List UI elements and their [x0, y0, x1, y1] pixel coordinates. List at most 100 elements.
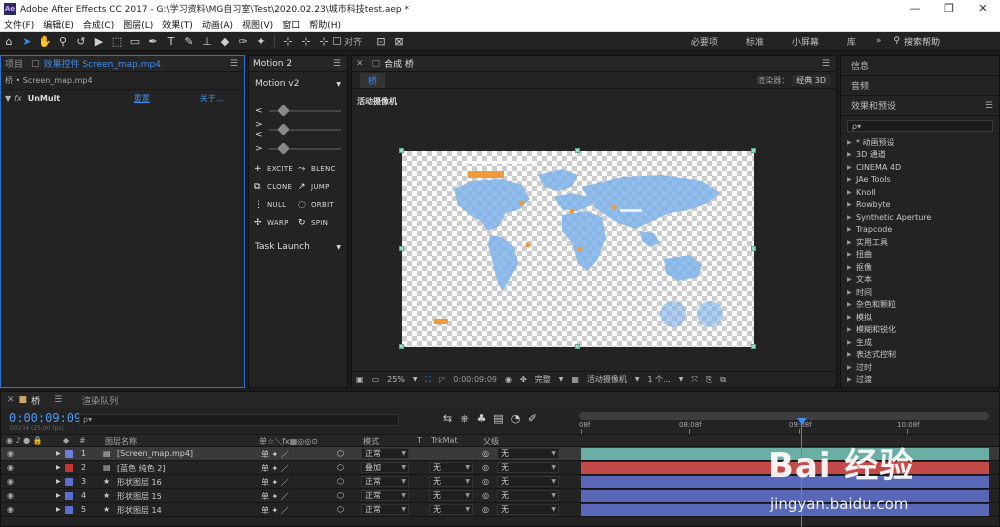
blend-mode-dropdown[interactable]: 正常 ▼ [361, 476, 409, 487]
workspace-more[interactable]: » [870, 36, 888, 46]
zoom-tool-icon[interactable]: ⚲ [54, 33, 72, 49]
pickwhip-icon[interactable]: ◎ [482, 491, 489, 500]
effects-category[interactable]: ▶ Synthetic Aperture [847, 211, 999, 224]
snap-checkbox[interactable] [333, 37, 341, 45]
roto-brush-tool-icon[interactable]: ✑ [234, 33, 252, 49]
show-channel-icon[interactable]: ✤ [520, 375, 527, 384]
toggle-transparency-icon[interactable]: ▦ [571, 375, 579, 384]
home-icon[interactable]: ⌂ [0, 33, 18, 49]
layer-switches[interactable]: 单 ✦ ／ [261, 463, 289, 474]
mask-visibility-icon[interactable]: ◸ [439, 375, 445, 384]
menu-file[interactable]: 文件(F) [4, 18, 34, 31]
layer-row[interactable]: ◉ ▶ 5 ★ 形状图层 14 单 ✦ ／ ⬡ 正常 ▼ 无 ▼ ◎ 无 ▼ [1, 503, 999, 517]
tab-timeline-comp[interactable]: 桥 [31, 394, 40, 407]
layer-name[interactable]: 形状图层 14 [117, 505, 162, 516]
menu-effect[interactable]: 效果(T) [162, 18, 193, 31]
layer-duration-bar[interactable] [581, 448, 989, 460]
panel-menu-icon[interactable]: ☰ [985, 101, 993, 111]
brush-tool-icon[interactable]: ✎ [180, 33, 198, 49]
effects-category[interactable]: ▶ 抠像 [847, 261, 999, 274]
snap-extent-icon[interactable]: ⊠ [390, 33, 408, 49]
layer-label-color[interactable] [65, 478, 73, 486]
timeline-search-input[interactable]: ρ▾ [79, 414, 399, 426]
expand-triangle-icon[interactable]: ▶ [56, 450, 61, 457]
motion-blur-icon[interactable]: ◔ [507, 412, 524, 426]
workspace-small-screen[interactable]: 小屏幕 [778, 35, 833, 48]
menu-animation[interactable]: 动画(A) [202, 18, 233, 31]
audio-panel-header[interactable]: 音频 [841, 76, 999, 96]
transform-handle-bl[interactable] [399, 344, 404, 349]
track-matte-dropdown[interactable]: 无 ▼ [429, 476, 473, 487]
frame-blending-icon[interactable]: ▤ [490, 412, 507, 426]
effects-category[interactable]: ▶ CINEMA 4D [847, 161, 999, 174]
layer-switches[interactable]: 单 ✦ ／ [261, 491, 289, 502]
slider-knob[interactable] [277, 122, 290, 136]
ease-both-track[interactable] [269, 122, 341, 136]
parent-dropdown[interactable]: 无 ▼ [497, 504, 559, 515]
blend-mode-dropdown[interactable]: 正常 ▼ [361, 504, 409, 515]
snap-options-icon[interactable]: ⊡ [372, 33, 390, 49]
3d-layer-icon[interactable]: ⬡ [337, 463, 344, 472]
3d-layer-icon[interactable]: ⬡ [337, 505, 344, 514]
layer-row[interactable]: ◉ ▶ 3 ★ 形状图层 16 单 ✦ ／ ⬡ 正常 ▼ 无 ▼ ◎ 无 ▼ [1, 475, 999, 489]
expand-triangle-icon[interactable]: ▶ [56, 464, 61, 471]
snapshot-icon[interactable]: ◉ [505, 375, 512, 384]
transform-handle-mr[interactable] [751, 246, 756, 251]
shy-layers-icon[interactable]: ♣ [473, 412, 490, 426]
warp-button[interactable]: ✢ WARP [254, 218, 298, 228]
ease-both-slider[interactable]: >< [249, 120, 347, 140]
minimize-button[interactable]: — [898, 2, 932, 15]
layer-row[interactable]: ◉ ▶ 1 ▤ [Screen_map.mp4] 单 ✦ ／ ⬡ 正常 ▼ ◎ 无 ▼ [1, 447, 999, 461]
panel-menu-icon[interactable]: ☰ [333, 59, 341, 69]
close-icon[interactable]: ✕ [356, 59, 364, 69]
transform-handle-tc[interactable] [575, 148, 580, 153]
layer-switches[interactable]: 单 ✦ ／ [261, 477, 289, 488]
layer-name[interactable]: 形状图层 16 [117, 477, 162, 488]
timeline-link-icon[interactable]: ⎘ [706, 375, 712, 385]
effects-category[interactable]: ▶ 扭曲 [847, 249, 999, 262]
current-time-display[interactable]: 0:00:09:09 [453, 375, 497, 384]
3d-layer-icon[interactable]: ⬡ [337, 491, 344, 500]
spin-button[interactable]: ↻ SPIN [298, 218, 342, 228]
track-matte-dropdown[interactable]: 无 ▼ [429, 490, 473, 501]
expand-triangle-icon[interactable]: ▶ [56, 478, 61, 485]
axis-local-icon[interactable]: ⊹ [279, 33, 297, 49]
effects-category[interactable]: ▶ Trapcode [847, 224, 999, 237]
selection-tool-icon[interactable]: ➤ [18, 33, 36, 49]
clone-button[interactable]: ⧉ CLONE [254, 182, 298, 192]
track-matte-dropdown[interactable]: 无 ▼ [429, 462, 473, 473]
workspace-standard[interactable]: 标准 [732, 35, 778, 48]
visibility-eye-icon[interactable]: ◉ [7, 449, 14, 458]
view-layout-dropdown[interactable]: 1 个... [648, 374, 671, 385]
effects-category[interactable]: ▶ 实用工具 [847, 236, 999, 249]
layer-duration-bar[interactable] [581, 490, 989, 502]
timeline-current-time[interactable]: 0:00:09:09 [9, 411, 81, 425]
parent-dropdown[interactable]: 无 ▼ [497, 490, 559, 501]
slider-knob[interactable] [277, 103, 290, 117]
expand-triangle-icon[interactable]: ▼ [5, 94, 11, 103]
fast-preview-icon[interactable]: ⤧ [691, 375, 697, 385]
fx-icon[interactable]: fx [14, 94, 22, 103]
layer-name[interactable]: [Screen_map.mp4] [117, 449, 193, 458]
menu-edit[interactable]: 编辑(E) [43, 18, 74, 31]
close-button[interactable]: ✕ [966, 2, 1000, 15]
layer-switches[interactable]: 单 ✦ ／ [261, 505, 289, 516]
composition-canvas[interactable] [399, 148, 756, 349]
layer-label-color[interactable] [65, 464, 73, 472]
effect-about-link[interactable]: 关于... [200, 93, 224, 104]
panel-menu-icon[interactable]: ☰ [230, 59, 238, 69]
visibility-eye-icon[interactable]: ◉ [7, 477, 14, 486]
transform-handle-tr[interactable] [751, 148, 756, 153]
blend-mode-dropdown[interactable]: 叠加 ▼ [361, 462, 409, 473]
info-panel-header[interactable]: 信息 [841, 56, 999, 76]
blend-mode-dropdown[interactable]: 正常 ▼ [361, 448, 409, 459]
menu-layer[interactable]: 图层(L) [123, 18, 153, 31]
visibility-eye-icon[interactable]: ◉ [7, 491, 14, 500]
zoom-dropdown[interactable]: 25% [387, 375, 405, 384]
effects-search-input[interactable]: ρ▾ [847, 120, 993, 132]
layer-label-color[interactable] [65, 450, 73, 458]
menu-help[interactable]: 帮助(H) [309, 18, 341, 31]
region-of-interest-icon[interactable]: ⛶ [426, 375, 432, 385]
effects-category[interactable]: ▶ Rowbyte [847, 199, 999, 212]
graph-editor-icon[interactable]: ✐ [524, 412, 541, 426]
